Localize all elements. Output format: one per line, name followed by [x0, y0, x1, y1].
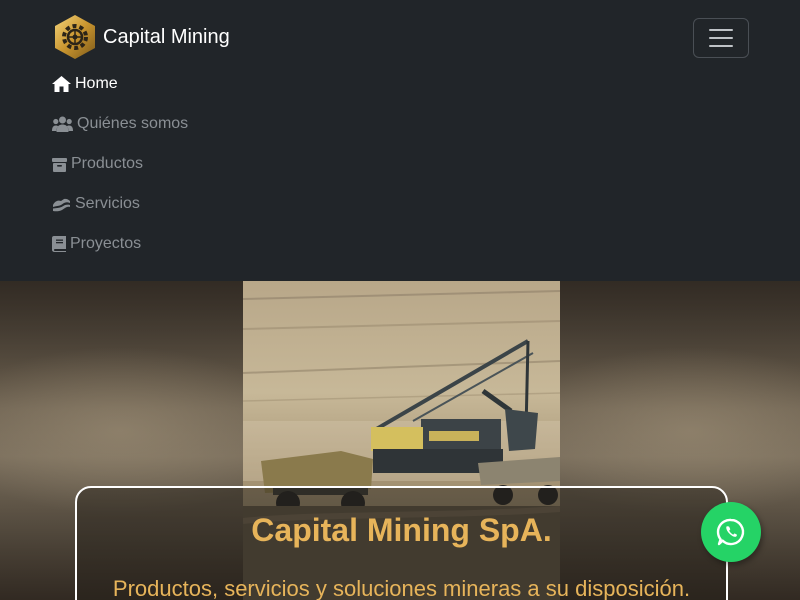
- home-icon: [52, 76, 71, 92]
- brand-link[interactable]: Capital Mining: [52, 14, 230, 60]
- hamburger-icon-bar-3: [709, 45, 733, 47]
- users-icon: [52, 116, 73, 132]
- nav-item-quienes-somos[interactable]: Quiénes somos: [52, 104, 188, 144]
- book-icon: [52, 236, 66, 252]
- nav-item-label: Productos: [71, 155, 144, 172]
- navbar-toggler-button[interactable]: [693, 18, 749, 58]
- handshake-icon: [53, 198, 70, 212]
- hero-title: Capital Mining SpA.: [251, 512, 552, 548]
- gear-hexagon-logo-icon: [55, 15, 95, 59]
- nav-menu: Home Quiénes somos Productos Servicios P…: [52, 64, 188, 264]
- hero-section: Capital Mining SpA. Productos, servicios…: [0, 281, 800, 600]
- box-icon: [52, 157, 67, 172]
- navbar: Capital Mining Home Quiénes somos Produc…: [0, 0, 800, 281]
- hero-caption-card: Capital Mining SpA. Productos, servicios…: [75, 486, 728, 600]
- nav-item-home[interactable]: Home: [52, 64, 188, 104]
- brand-name: Capital Mining: [103, 25, 230, 48]
- hero-subtitle: Productos, servicios y soluciones minera…: [112, 576, 691, 600]
- hamburger-icon: [709, 29, 733, 31]
- nav-item-productos[interactable]: Productos: [52, 144, 188, 184]
- nav-item-label: Quiénes somos: [77, 115, 189, 132]
- hamburger-icon-bar-2: [709, 37, 733, 39]
- nav-item-label: Servicios: [75, 195, 140, 212]
- nav-item-label: Home: [75, 75, 118, 92]
- whatsapp-button[interactable]: [701, 502, 761, 562]
- nav-item-servicios[interactable]: Servicios: [52, 184, 188, 224]
- nav-item-label: Proyectos: [70, 235, 142, 252]
- whatsapp-icon: [716, 518, 745, 546]
- nav-item-proyectos[interactable]: Proyectos: [52, 224, 188, 264]
